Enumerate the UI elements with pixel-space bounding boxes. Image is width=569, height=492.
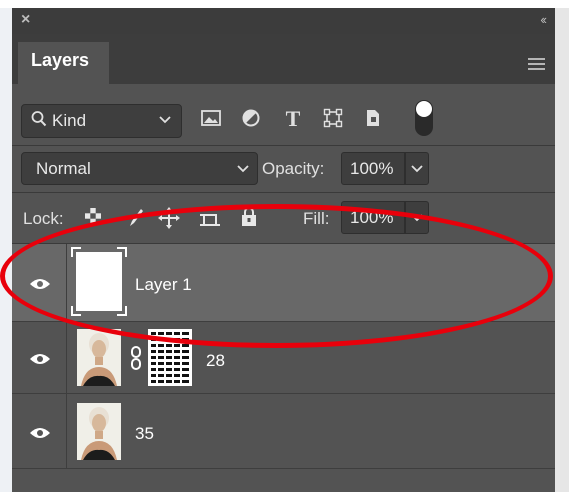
eye-icon[interactable] <box>29 426 51 440</box>
link-chain-icon[interactable] <box>129 346 143 370</box>
fill-dropdown-button[interactable] <box>405 201 429 234</box>
layer-selection-corners <box>71 247 127 316</box>
chevron-down-icon <box>237 162 249 176</box>
chevron-down-icon <box>411 214 423 222</box>
filter-kind-label: Kind <box>52 111 87 130</box>
collapse-panel-icon[interactable]: ‹‹ <box>540 12 547 27</box>
visibility-column <box>12 394 67 468</box>
layer-thumbnail-portrait <box>77 329 121 386</box>
eye-icon[interactable] <box>29 277 51 291</box>
layer-name[interactable]: Layer 1 <box>135 275 192 295</box>
layer-row-selected[interactable]: Layer 1 <box>12 244 555 321</box>
smart-object-filter-icon[interactable] <box>362 108 384 132</box>
layer-name[interactable]: 35 <box>135 424 154 444</box>
visibility-column <box>12 244 67 321</box>
page-backdrop-right <box>555 8 569 492</box>
layer-thumbnail-portrait <box>77 403 121 460</box>
lock-position-icon[interactable] <box>158 207 180 229</box>
search-icon <box>31 110 47 133</box>
layer-name[interactable]: 28 <box>206 351 225 371</box>
close-icon[interactable]: × <box>21 11 30 29</box>
lock-all-icon[interactable] <box>238 207 260 229</box>
divider <box>12 145 555 146</box>
fill-input[interactable]: 100% <box>341 201 405 234</box>
lock-image-pixels-icon[interactable] <box>124 207 146 229</box>
blend-mode-value: Normal <box>36 159 91 178</box>
type-filter-icon[interactable]: T <box>282 108 304 132</box>
layer-row[interactable]: 35 <box>12 393 555 469</box>
hamburger-icon[interactable] <box>528 58 545 73</box>
shape-filter-icon[interactable] <box>322 108 344 132</box>
panel-tab-row: Layers <box>12 34 555 84</box>
filter-kind-select[interactable]: Kind <box>21 104 182 138</box>
toggle-knob <box>416 101 432 117</box>
opacity-dropdown-button[interactable] <box>405 152 429 185</box>
eye-icon[interactable] <box>29 352 51 366</box>
image-filter-icon[interactable] <box>200 108 222 132</box>
chevron-down-icon <box>159 113 171 127</box>
lock-label: Lock: <box>23 209 64 228</box>
fill-label: Fill: <box>303 209 330 228</box>
visibility-column <box>12 322 67 393</box>
page-backdrop-left <box>0 8 12 492</box>
filter-toggle[interactable] <box>415 100 433 136</box>
adjustment-filter-icon[interactable] <box>240 108 262 132</box>
lock-transparent-pixels-icon[interactable] <box>82 207 104 229</box>
divider <box>12 192 555 193</box>
tab-layers[interactable]: Layers <box>18 42 109 84</box>
chevron-down-icon <box>411 165 423 173</box>
layers-panel: × ‹‹ Layers Kind T Normal Opacity: 100% … <box>12 8 555 492</box>
blend-mode-select[interactable]: Normal <box>21 152 258 185</box>
layer-row[interactable]: 28 <box>12 321 555 393</box>
opacity-input[interactable]: 100% <box>341 152 405 185</box>
panel-title-bar: × ‹‹ <box>12 8 555 34</box>
page-backdrop-top <box>0 0 569 8</box>
tab-layers-label: Layers <box>31 50 90 70</box>
opacity-label: Opacity: <box>262 159 325 178</box>
prevent-auto-nesting-icon[interactable] <box>198 207 220 229</box>
layer-mask-thumbnail[interactable] <box>148 329 192 386</box>
